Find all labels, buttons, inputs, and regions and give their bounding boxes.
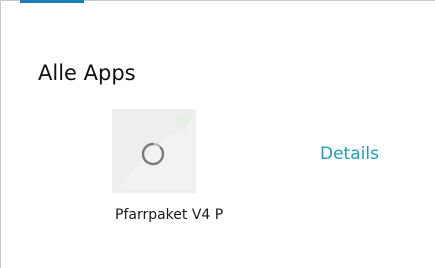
section-title: Alle Apps — [38, 61, 136, 85]
app-placeholder-image — [112, 109, 196, 193]
details-link[interactable]: Details — [320, 143, 379, 165]
app-tile[interactable]: Pfarrpaket V4 P — [100, 100, 278, 245]
tab-indicator — [20, 0, 84, 3]
app-icon — [112, 109, 196, 193]
app-name: Pfarrpaket V4 P — [115, 207, 224, 223]
window-left-border — [0, 0, 1, 268]
